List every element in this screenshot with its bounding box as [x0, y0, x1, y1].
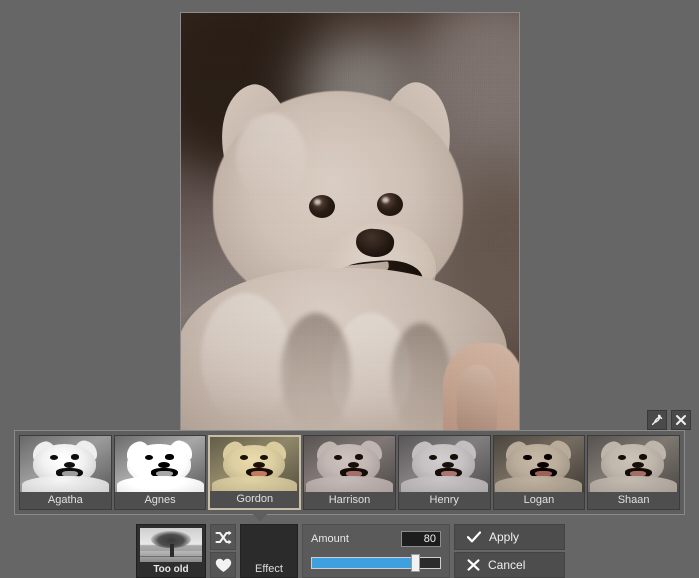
thumbnail-image — [588, 436, 679, 492]
pin-icon — [651, 414, 663, 426]
thumbnail-image — [304, 436, 395, 492]
close-filmstrip-button[interactable] — [671, 410, 691, 430]
effect-label: Effect — [255, 563, 283, 575]
amount-slider-track[interactable] — [311, 557, 441, 569]
thumbnail-image — [398, 436, 490, 492]
thumbnail-image — [210, 437, 300, 491]
photo-grain — [181, 13, 519, 435]
heart-icon — [215, 558, 231, 572]
amount-panel: Amount 80 — [302, 524, 450, 578]
pin-filmstrip-button[interactable] — [647, 410, 667, 430]
check-icon — [467, 531, 481, 543]
amount-slider-handle[interactable] — [411, 554, 420, 572]
apply-button-label: Apply — [489, 530, 520, 544]
bottom-toolbar: Too old Effect Amount 80 Apply Cancel — [0, 519, 699, 578]
shuffle-icon — [214, 530, 232, 544]
filmstrip-thumb-henry[interactable]: Henry — [397, 435, 491, 510]
thumbnail-label: Harrison — [304, 492, 395, 509]
preset-thumbnail-label: Too old — [153, 564, 189, 575]
amount-label: Amount — [311, 533, 349, 545]
preset-thumbnail[interactable]: Too old — [136, 524, 206, 578]
filmstrip-float-buttons — [647, 410, 691, 430]
apply-button[interactable]: Apply — [454, 524, 565, 550]
amount-slider[interactable] — [311, 554, 441, 572]
thumbnail-label: Agatha — [20, 492, 111, 509]
filmstrip-panel: Agatha Agnes Gordon Harrison Henry Logan… — [14, 430, 685, 515]
thumbnail-label: Agnes — [114, 492, 206, 509]
favorite-button[interactable] — [210, 552, 236, 578]
x-icon — [467, 559, 480, 571]
thumbnail-image — [20, 436, 111, 492]
cancel-button[interactable]: Cancel — [454, 552, 565, 578]
effect-panel[interactable]: Effect — [240, 524, 298, 578]
main-preview-image[interactable] — [180, 12, 520, 436]
photo-content — [181, 13, 519, 435]
filmstrip-thumb-shaan[interactable]: Shaan — [587, 435, 680, 510]
close-icon — [676, 415, 686, 425]
filmstrip-thumb-harrison[interactable]: Harrison — [303, 435, 396, 510]
amount-value-field[interactable]: 80 — [401, 531, 441, 547]
preset-thumbnail-image — [140, 528, 202, 562]
filmstrip-selection-pointer — [253, 514, 267, 522]
thumbnail-label: Logan — [493, 492, 585, 509]
thumbnail-image — [493, 436, 585, 492]
thumbnail-label: Henry — [398, 492, 490, 509]
thumbnail-image — [114, 436, 206, 492]
filmstrip-thumb-agnes[interactable]: Agnes — [113, 435, 207, 510]
shuffle-button[interactable] — [210, 524, 236, 550]
thumbnail-label: Shaan — [588, 492, 679, 509]
canvas-area — [0, 0, 699, 436]
filmstrip-thumb-logan[interactable]: Logan — [492, 435, 586, 510]
tree-trunk-shape — [169, 544, 174, 557]
filmstrip-thumb-gordon[interactable]: Gordon — [208, 435, 302, 510]
cancel-button-label: Cancel — [488, 558, 526, 572]
filmstrip-thumb-agatha[interactable]: Agatha — [19, 435, 112, 510]
thumbnail-label: Gordon — [210, 491, 300, 508]
amount-slider-fill — [312, 558, 415, 568]
